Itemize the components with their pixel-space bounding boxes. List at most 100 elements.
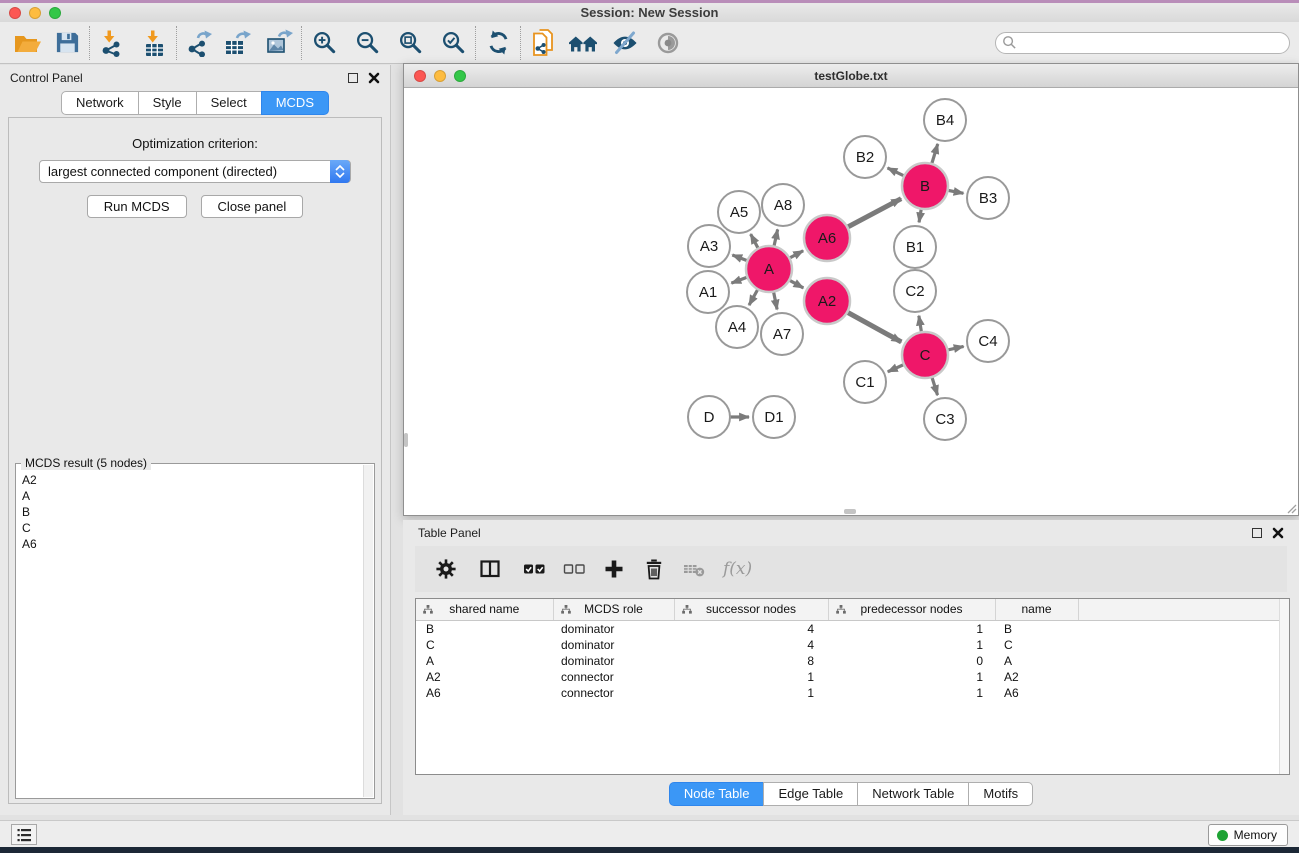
graph-node-C1[interactable]: C1 — [844, 361, 886, 403]
tab-select[interactable]: Select — [196, 91, 262, 115]
network-canvas[interactable]: B4B2BB3A8A5A6A3B1AA1C2A2A4A7C4CC1DD1C3 — [404, 88, 1298, 515]
table-cell[interactable]: 1 — [828, 669, 995, 685]
table-cell[interactable]: B — [416, 620, 553, 637]
table-cell[interactable]: 4 — [674, 637, 828, 653]
refresh-view-button[interactable] — [481, 26, 515, 60]
zoom-selected-button[interactable] — [436, 26, 470, 60]
zoom-in-button[interactable] — [307, 26, 341, 60]
table-cell[interactable]: dominator — [553, 620, 674, 637]
graph-node-D1[interactable]: D1 — [753, 396, 795, 438]
graph-node-A[interactable]: A — [746, 246, 792, 292]
float-panel-icon[interactable] — [348, 73, 358, 83]
open-session-button[interactable] — [10, 26, 44, 60]
table-row[interactable]: Bdominator41B — [416, 620, 1279, 637]
table-cell[interactable]: connector — [553, 685, 674, 701]
graph-node-B3[interactable]: B3 — [967, 177, 1009, 219]
first-neighbors-button[interactable] — [566, 26, 600, 60]
create-column-button[interactable] — [601, 556, 627, 582]
memory-button[interactable]: Memory — [1208, 824, 1288, 846]
graph-node-C3[interactable]: C3 — [924, 398, 966, 440]
close-panel-button[interactable]: Close panel — [201, 195, 304, 218]
graph-node-D[interactable]: D — [688, 396, 730, 438]
table-cell[interactable]: A — [416, 653, 553, 669]
new-session-button[interactable] — [526, 26, 560, 60]
graph-node-C4[interactable]: C4 — [967, 320, 1009, 362]
import-table-button[interactable] — [137, 26, 171, 60]
export-image-button[interactable] — [262, 26, 296, 60]
tab-network-table[interactable]: Network Table — [857, 782, 969, 806]
table-cell[interactable]: dominator — [553, 653, 674, 669]
graph-node-A6[interactable]: A6 — [804, 215, 850, 261]
delete-columns-button[interactable] — [641, 556, 667, 582]
canvas-vertical-scrollbar-thumb[interactable] — [404, 433, 408, 447]
table-cell[interactable]: A2 — [995, 669, 1078, 685]
tab-edge-table[interactable]: Edge Table — [763, 782, 858, 806]
table-cell[interactable]: 1 — [828, 620, 995, 637]
graph-node-A3[interactable]: A3 — [688, 225, 730, 267]
export-network-button[interactable] — [182, 26, 216, 60]
search-input[interactable] — [1017, 34, 1289, 52]
table-options-button[interactable] — [433, 556, 459, 582]
mcds-result-item[interactable]: B — [18, 504, 362, 520]
save-session-button[interactable] — [50, 26, 84, 60]
table-cell[interactable]: B — [995, 620, 1078, 637]
table-cell[interactable]: A2 — [416, 669, 553, 685]
table-cell[interactable]: A6 — [995, 685, 1078, 701]
table-vertical-scrollbar[interactable] — [1279, 599, 1289, 774]
column-header-shared-name[interactable]: shared name — [416, 599, 553, 620]
table-cell[interactable]: dominator — [553, 637, 674, 653]
zoom-fit-button[interactable] — [393, 26, 427, 60]
mcds-result-item[interactable]: C — [18, 520, 362, 536]
table-cell[interactable]: A6 — [416, 685, 553, 701]
table-cell[interactable]: 0 — [828, 653, 995, 669]
zoom-out-button[interactable] — [350, 26, 384, 60]
hide-graphics-details-button[interactable] — [608, 26, 642, 60]
tab-node-table[interactable]: Node Table — [669, 782, 765, 806]
table-cell[interactable]: 1 — [828, 637, 995, 653]
table-row[interactable]: Adominator80A — [416, 653, 1279, 669]
show-all-details-button[interactable] — [651, 26, 685, 60]
tab-mcds[interactable]: MCDS — [261, 91, 329, 115]
column-header-successor-nodes[interactable]: successor nodes — [674, 599, 828, 620]
float-table-panel-icon[interactable] — [1252, 528, 1262, 538]
task-history-button[interactable] — [11, 824, 37, 845]
table-cell[interactable]: 8 — [674, 653, 828, 669]
network-window-titlebar[interactable]: testGlobe.txt — [404, 64, 1298, 88]
tab-motifs[interactable]: Motifs — [968, 782, 1033, 806]
deselect-all-button[interactable] — [561, 556, 587, 582]
tab-network[interactable]: Network — [61, 91, 139, 115]
table-row[interactable]: A2connector11A2 — [416, 669, 1279, 685]
mcds-result-item[interactable]: A — [18, 488, 362, 504]
resize-grip-icon[interactable] — [1285, 502, 1297, 514]
graph-node-C[interactable]: C — [902, 332, 948, 378]
graph-node-B[interactable]: B — [902, 163, 948, 209]
tab-style[interactable]: Style — [138, 91, 197, 115]
graph-node-A8[interactable]: A8 — [762, 184, 804, 226]
table-row[interactable]: A6connector11A6 — [416, 685, 1279, 701]
graph-node-A4[interactable]: A4 — [716, 306, 758, 348]
table-cell[interactable]: connector — [553, 669, 674, 685]
export-table-button[interactable] — [220, 26, 254, 60]
delete-table-button[interactable] — [681, 556, 707, 582]
mcds-result-item[interactable]: A2 — [18, 472, 362, 488]
function-builder-button[interactable]: f(x) — [723, 559, 752, 579]
graph-node-A1[interactable]: A1 — [687, 271, 729, 313]
column-header-mcds-role[interactable]: MCDS role — [553, 599, 674, 620]
graph-node-A2[interactable]: A2 — [804, 278, 850, 324]
run-mcds-button[interactable]: Run MCDS — [87, 195, 187, 218]
table-cell[interactable]: 1 — [674, 685, 828, 701]
graph-node-A5[interactable]: A5 — [718, 191, 760, 233]
mcds-result-item[interactable]: A6 — [18, 536, 362, 552]
graph-node-B1[interactable]: B1 — [894, 226, 936, 268]
column-header-predecessor-nodes[interactable]: predecessor nodes — [828, 599, 995, 620]
graph-node-A7[interactable]: A7 — [761, 313, 803, 355]
select-all-button[interactable] — [521, 556, 547, 582]
table-row[interactable]: Cdominator41C — [416, 637, 1279, 653]
close-table-panel-icon[interactable] — [1272, 527, 1284, 539]
table-cell[interactable]: 4 — [674, 620, 828, 637]
table-cell[interactable]: 1 — [828, 685, 995, 701]
optimization-criterion-select[interactable]: largest connected component (directed) — [39, 160, 351, 183]
toggle-column-display-button[interactable] — [477, 556, 503, 582]
graph-node-B2[interactable]: B2 — [844, 136, 886, 178]
column-header-name[interactable]: name — [995, 599, 1078, 620]
